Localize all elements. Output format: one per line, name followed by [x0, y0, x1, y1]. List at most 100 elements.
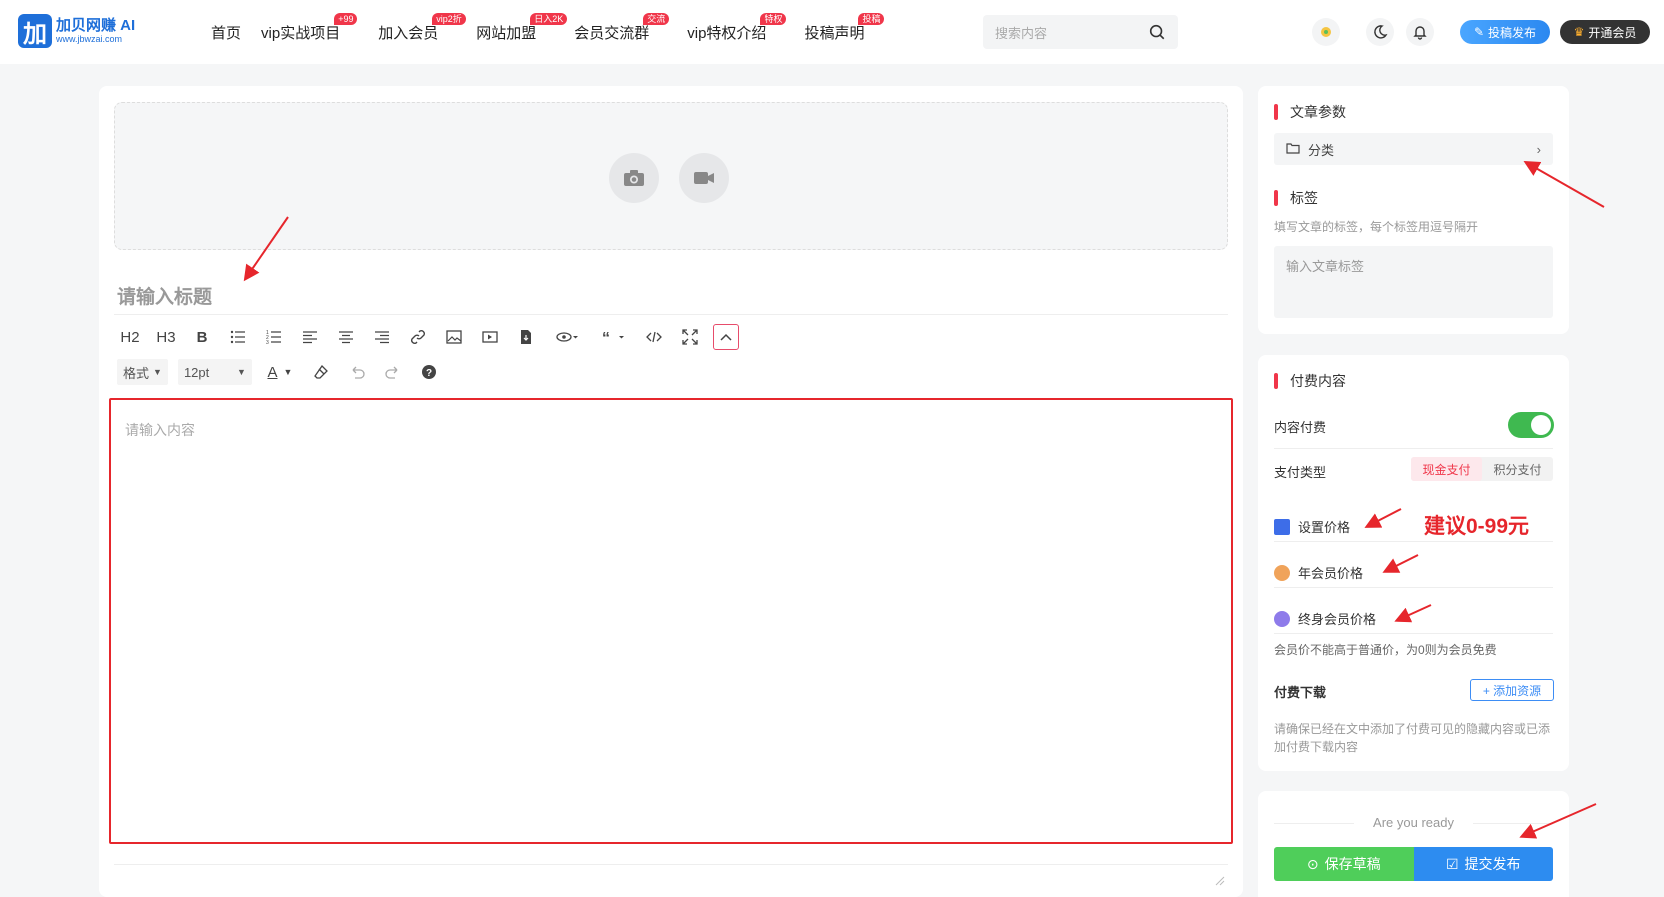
nav-badge: vip2折: [432, 13, 466, 25]
content-editor[interactable]: 请输入内容: [109, 398, 1233, 844]
download-hint: 请确保已经在文中添加了付费可见的隐藏内容或已添加付费下载内容: [1274, 722, 1551, 754]
nav-badge: 投稿: [858, 13, 885, 25]
circle-dot-icon: ⊙: [1306, 855, 1319, 872]
content-placeholder: 请输入内容: [125, 422, 195, 438]
editor-card: 请输入标题 H2 H3 B 123 “ 格式 ▼ 12pt ▼ A ▼ ? 请输入内容: [99, 86, 1243, 897]
nav-badge: +99: [334, 13, 358, 25]
content-paid-toggle[interactable]: [1508, 412, 1554, 438]
editor-toolbar-secondary: 格式 ▼ 12pt ▼ A ▼ ?: [117, 359, 452, 385]
annual-price-field[interactable]: 年会员价格: [1274, 563, 1363, 582]
eraser-icon[interactable]: [308, 359, 334, 385]
crown-icon: ♛: [1573, 25, 1585, 39]
align-right-icon[interactable]: [369, 324, 395, 350]
submit-publish-button[interactable]: ☑ 提交发布: [1413, 847, 1553, 881]
set-price-field[interactable]: 设置价格: [1274, 517, 1350, 536]
nav-item-join-member[interactable]: 加入会员 vip2折: [378, 13, 466, 43]
font-color-button[interactable]: A ▼: [262, 359, 298, 385]
align-left-icon[interactable]: [297, 324, 323, 350]
pen-icon: ✎: [1473, 25, 1485, 39]
logo-url: www.jbwzai.com: [56, 34, 123, 44]
folder-icon: [1286, 142, 1300, 157]
content-paid-label: 内容付费: [1274, 420, 1327, 435]
article-params-title: 文章参数: [1274, 102, 1346, 122]
format-select[interactable]: 格式 ▼: [117, 359, 168, 385]
video-camera-icon[interactable]: [679, 153, 729, 203]
nav-badge: 特权: [760, 13, 787, 25]
dark-mode-icon[interactable]: [1366, 18, 1394, 46]
chevron-right-icon: ›: [1536, 141, 1541, 157]
nav-badge: 交流: [643, 13, 670, 25]
add-resource-button[interactable]: + 添加资源: [1470, 679, 1554, 701]
top-header: 加 加贝网赚 AI www.jbwzai.com 首页 vip实战项目 +99 加…: [0, 0, 1664, 64]
align-center-icon[interactable]: [333, 324, 359, 350]
pay-cash-tab[interactable]: 现金支付: [1411, 457, 1482, 481]
bullet-list-icon[interactable]: [225, 324, 251, 350]
bell-icon[interactable]: [1406, 18, 1434, 46]
svg-text:?: ?: [426, 368, 432, 379]
help-icon[interactable]: ?: [416, 359, 442, 385]
video-icon[interactable]: [477, 324, 503, 350]
cover-upload-area[interactable]: [114, 102, 1228, 250]
quote-icon[interactable]: “: [595, 324, 631, 350]
open-vip-button[interactable]: ♛ 开通会员: [1560, 20, 1650, 44]
save-draft-button[interactable]: ⊙ 保存草稿: [1274, 847, 1414, 881]
numbered-list-icon[interactable]: 123: [261, 324, 287, 350]
resize-handle-icon[interactable]: [1215, 876, 1225, 886]
link-icon[interactable]: [405, 324, 431, 350]
caret-down-icon: ▼: [283, 367, 293, 377]
bold-button[interactable]: B: [189, 324, 215, 350]
lifetime-price-field[interactable]: 终身会员价格: [1274, 609, 1376, 628]
nav-item-member-group[interactable]: 会员交流群 交流: [574, 13, 670, 43]
paid-download-label: 付费下载: [1274, 685, 1327, 700]
search-box[interactable]: 搜索内容: [983, 15, 1178, 49]
price-tag-icon: [1274, 518, 1290, 535]
paid-content-title: 付费内容: [1274, 371, 1346, 391]
nav-item-vip-projects[interactable]: vip实战项目 +99: [261, 13, 358, 43]
article-params-card: 文章参数 分类 › 标签 填写文章的标签，每个标签用逗号隔开 输入文章标签: [1258, 86, 1569, 334]
tags-input[interactable]: 输入文章标签: [1274, 246, 1553, 318]
undo-icon[interactable]: [344, 359, 370, 385]
site-logo[interactable]: 加 加贝网赚 AI www.jbwzai.com: [18, 14, 135, 48]
publish-actions: ⊙ 保存草稿 ☑ 提交发布: [1274, 847, 1553, 881]
category-selector[interactable]: 分类 ›: [1274, 133, 1553, 165]
svg-text:“: “: [602, 330, 610, 345]
heading2-button[interactable]: H2: [117, 324, 143, 350]
nav-item-vip-privileges[interactable]: vip特权介绍 特权: [687, 13, 787, 43]
search-icon[interactable]: [1148, 23, 1166, 41]
hide-content-icon[interactable]: [549, 324, 585, 350]
caret-down-icon: ▼: [237, 367, 246, 377]
theme-color-icon[interactable]: [1312, 18, 1340, 46]
svg-text:3: 3: [266, 340, 269, 345]
annual-member-icon: [1274, 564, 1290, 581]
nav-badge: 日入2K: [530, 13, 568, 25]
logo-name: 加贝网赚 AI: [56, 17, 136, 34]
logo-mark-icon: 加: [18, 14, 52, 48]
file-icon[interactable]: [513, 324, 539, 350]
caret-down-icon: ▼: [153, 367, 162, 377]
nav-item-franchise[interactable]: 网站加盟 日入2K: [476, 13, 568, 43]
publish-card: Are you ready ⊙ 保存草稿 ☑ 提交发布: [1258, 791, 1569, 897]
lifetime-member-icon: [1274, 610, 1290, 627]
heading3-button[interactable]: H3: [153, 324, 179, 350]
search-input[interactable]: 搜索内容: [995, 23, 1148, 42]
paid-content-card: 付费内容 内容付费 支付类型 现金支付 积分支付 设置价格 年会员价格 终身会员…: [1258, 355, 1569, 771]
fullscreen-icon[interactable]: [677, 324, 703, 350]
post-button[interactable]: ✎ 投稿发布: [1460, 20, 1550, 44]
pay-points-tab[interactable]: 积分支付: [1482, 457, 1553, 481]
title-input[interactable]: 请输入标题: [117, 282, 212, 309]
nav-item-home[interactable]: 首页: [211, 22, 241, 43]
check-square-icon: ☑: [1445, 855, 1459, 872]
font-size-select[interactable]: 12pt ▼: [177, 359, 252, 385]
ready-label: Are you ready: [1274, 815, 1553, 830]
tags-hint: 填写文章的标签，每个标签用逗号隔开: [1274, 220, 1479, 234]
collapse-toolbar-icon[interactable]: [713, 324, 739, 350]
camera-icon[interactable]: [609, 153, 659, 203]
code-icon[interactable]: [641, 324, 667, 350]
pay-type-label: 支付类型: [1274, 465, 1327, 480]
redo-icon[interactable]: [380, 359, 406, 385]
nav-item-submission-statement[interactable]: 投稿声明 投稿: [804, 13, 885, 43]
image-icon[interactable]: [441, 324, 467, 350]
pay-type-tabs: 现金支付 积分支付: [1411, 457, 1553, 481]
tags-title: 标签: [1274, 188, 1318, 208]
price-suggestion-annotation: 建议0-99元: [1424, 515, 1530, 538]
